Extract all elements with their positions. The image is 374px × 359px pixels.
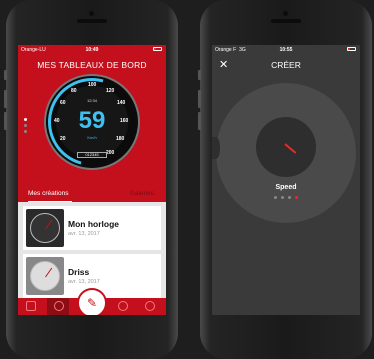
phone-right: Orange F 3G 10:55 ✕ CRÉER Speed xyxy=(198,0,372,359)
front-camera xyxy=(283,11,288,16)
item-date: avr. 13, 2017 xyxy=(68,279,100,285)
pager-dot[interactable] xyxy=(24,130,27,133)
user-icon[interactable] xyxy=(118,301,128,311)
status-time: 10:55 xyxy=(279,46,293,53)
volume-up-button xyxy=(198,90,201,108)
volume-down-button xyxy=(4,112,7,130)
volume-down-button xyxy=(198,112,201,130)
phone-left: Orange-LU 10:49 MES TABLEAUX DE BORD 20 … xyxy=(4,0,178,359)
settings-icon[interactable] xyxy=(145,301,155,311)
status-bar: Orange-LU 10:49 xyxy=(18,45,166,54)
dashboard-screen: Orange-LU 10:49 MES TABLEAUX DE BORD 20 … xyxy=(18,45,166,315)
status-bar: Orange F 3G 10:55 xyxy=(212,45,360,54)
pager-dot[interactable] xyxy=(24,124,27,127)
page-title: MES TABLEAUX DE BORD xyxy=(37,60,147,70)
previous-widget[interactable] xyxy=(212,137,220,159)
gear-icon[interactable] xyxy=(54,301,64,311)
tab-mes-creations[interactable]: Mes créations xyxy=(28,190,68,197)
pager-dot[interactable] xyxy=(24,118,27,121)
create-button[interactable]: ✎ xyxy=(77,288,107,315)
item-date: avr. 13, 2017 xyxy=(68,231,100,237)
earpiece xyxy=(77,19,107,23)
status-time: 10:49 xyxy=(85,46,99,53)
pager-dots[interactable] xyxy=(212,196,360,199)
mute-switch xyxy=(4,70,7,80)
volume-up-button xyxy=(4,90,7,108)
clock-thumbnail xyxy=(26,209,64,247)
speed-widget-preview[interactable] xyxy=(256,117,316,177)
mute-switch xyxy=(198,70,201,80)
pager-dot[interactable] xyxy=(274,196,277,199)
item-name: Mon horloge xyxy=(68,219,119,229)
tab-bar: Mes créations Galeries xyxy=(18,187,166,202)
page-title: CRÉER xyxy=(271,60,301,70)
front-camera xyxy=(89,11,94,16)
earpiece xyxy=(271,19,301,23)
dashboard-list: Mon horloge avr. 13, 2017 Driss avr. 13,… xyxy=(18,202,166,298)
pager-dots[interactable] xyxy=(24,118,27,136)
home-icon[interactable] xyxy=(26,301,36,311)
tab-galeries[interactable]: Galeries xyxy=(130,190,154,197)
clock-thumbnail xyxy=(26,257,64,295)
pager-dot[interactable] xyxy=(288,196,291,199)
item-name: Driss xyxy=(68,267,90,277)
battery-icon xyxy=(153,47,162,51)
list-item[interactable]: Mon horloge avr. 13, 2017 xyxy=(23,206,161,250)
create-screen: Orange F 3G 10:55 ✕ CRÉER Speed xyxy=(212,45,360,315)
brush-icon: ✎ xyxy=(86,296,98,310)
widget-label: Speed xyxy=(275,184,297,191)
pager-dot[interactable] xyxy=(281,196,284,199)
battery-icon xyxy=(347,47,356,51)
pager-dot[interactable] xyxy=(295,196,298,199)
